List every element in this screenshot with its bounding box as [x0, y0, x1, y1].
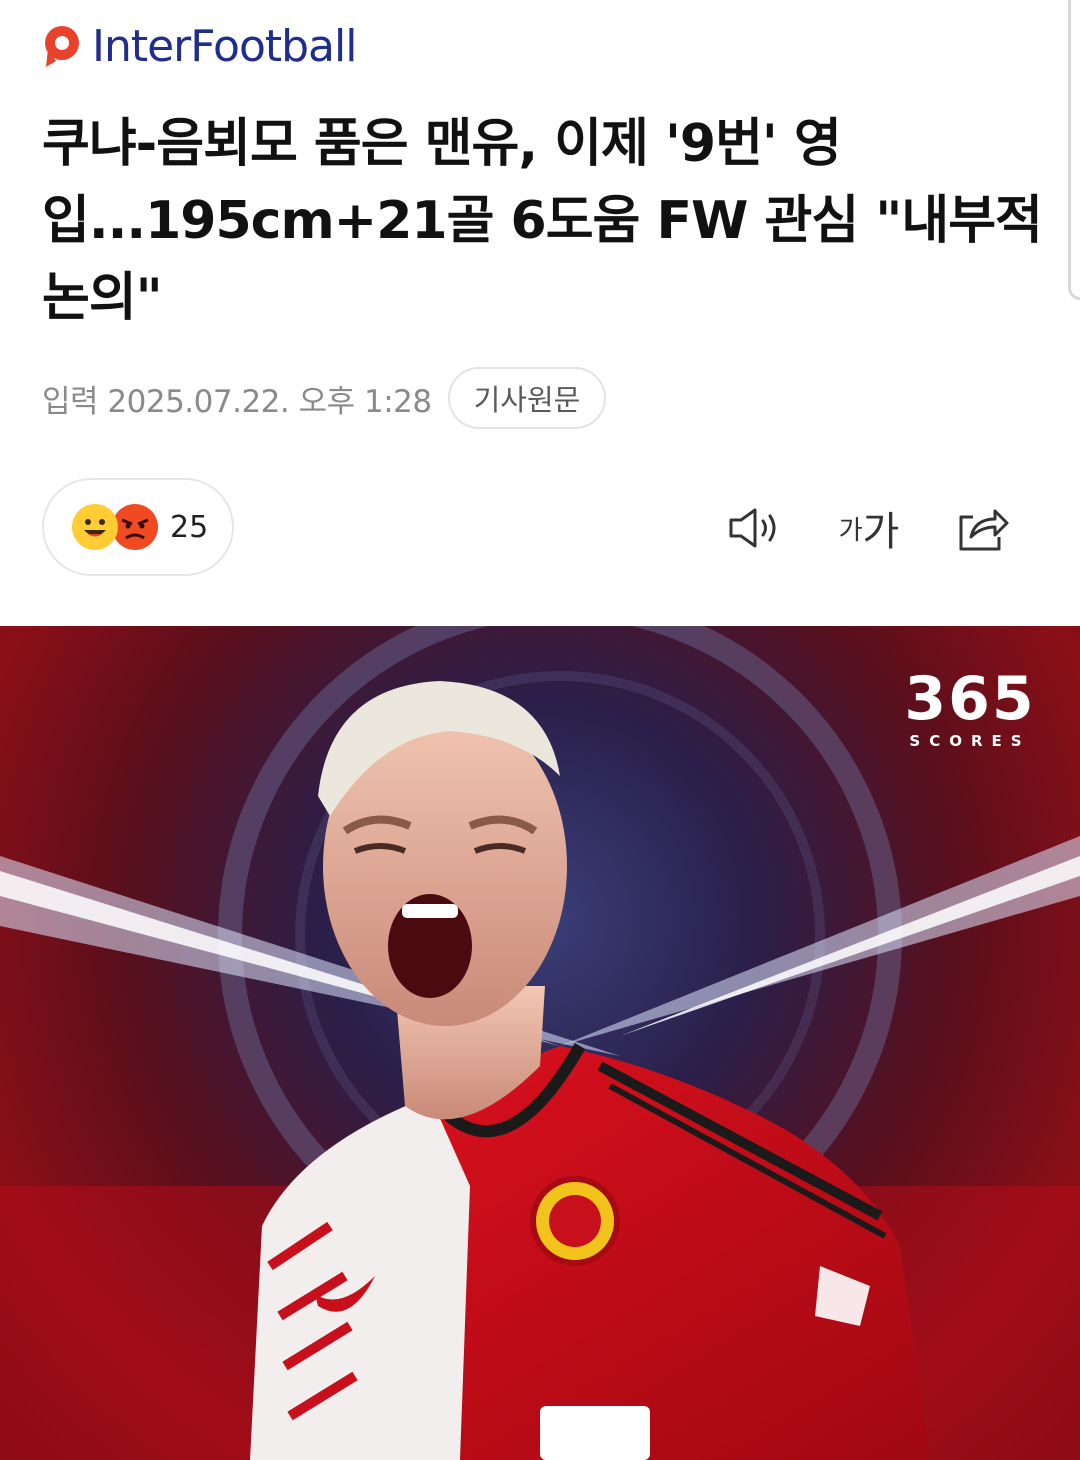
font-size-button[interactable]: 가가: [834, 498, 904, 558]
happy-face-icon: [72, 504, 118, 550]
logo-wordmark: InterFootball: [92, 20, 357, 72]
scroll-indicator[interactable]: [1068, 0, 1080, 300]
article-toolbar: 가가: [676, 498, 1018, 558]
speaker-icon: [729, 508, 776, 548]
365scores-number: 365: [904, 664, 1036, 734]
original-article-button[interactable]: 기사원문: [447, 367, 607, 429]
logo-mark-icon: [40, 23, 86, 69]
published-date: 입력 2025.07.22. 오후 1:28: [42, 383, 432, 420]
article-hero-image: 365 SCORES: [0, 626, 1080, 1460]
365scores-watermark: 365 SCORES: [900, 668, 1040, 750]
article-headline: 쿠냐-음뵈모 품은 맨유, 이제 '9번' 영입...195cm+21골 6도움…: [42, 114, 1043, 328]
hero-illustration: [0, 626, 1080, 1460]
logo-text-inter: Inter: [92, 20, 191, 72]
share-button[interactable]: [948, 498, 1018, 558]
article-page: InterFootball 쿠냐-음뵈모 품은 맨유, 이제 '9번' 영입..…: [0, 0, 1080, 1460]
font-size-big-label: 가: [862, 509, 900, 555]
font-size-small-label: 가: [838, 515, 863, 546]
listen-button[interactable]: [720, 498, 790, 558]
reaction-count: 25: [170, 509, 209, 545]
share-icon: [959, 509, 1009, 551]
angry-face-icon: [112, 504, 158, 550]
365scores-text: SCORES: [909, 732, 1031, 750]
interfootball-logo[interactable]: InterFootball: [40, 20, 357, 72]
reaction-button[interactable]: 25: [42, 478, 234, 576]
logo-text-football: Football: [190, 20, 357, 72]
article-meta: 입력 2025.07.22. 오후 1:28 기사원문: [42, 366, 607, 430]
